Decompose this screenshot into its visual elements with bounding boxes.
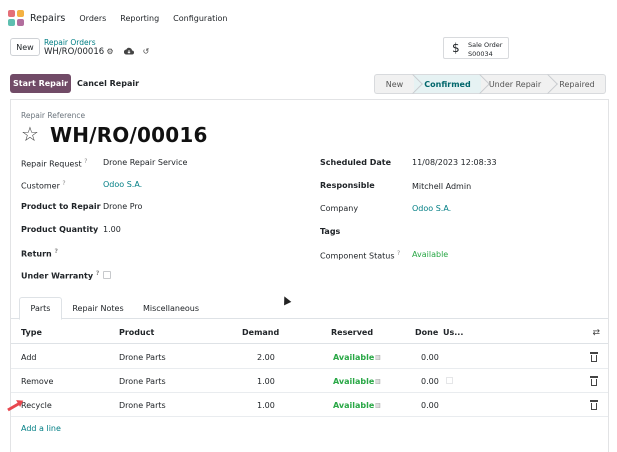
customer-field[interactable]: Odoo S.A. [103, 180, 142, 189]
menu-orders[interactable]: Orders [79, 14, 106, 23]
cell-demand: 2.00 [257, 353, 275, 362]
trash-icon[interactable] [590, 376, 598, 386]
used-checkbox[interactable] [446, 377, 453, 384]
app-name[interactable]: Repairs [30, 13, 65, 24]
table-row[interactable]: Add Drone Parts 2.00 Available ▥ 0.00 [11, 345, 608, 369]
col-product[interactable]: Product [119, 328, 154, 337]
start-repair-button[interactable]: Start Repair [10, 74, 71, 93]
tags-field[interactable] [412, 227, 592, 237]
component-status-label: Component Status ? [320, 250, 401, 261]
cell-product: Drone Parts [119, 401, 166, 410]
stage-under-repair[interactable]: Under Repair [481, 74, 558, 94]
customer-label: Customer ? [21, 180, 66, 191]
forecast-chart-icon[interactable]: ▥ [375, 354, 383, 361]
breadcrumb-repair-orders[interactable]: Repair Orders [44, 38, 96, 47]
cell-product: Drone Parts [119, 353, 166, 362]
cell-demand: 1.00 [257, 401, 275, 410]
trash-icon[interactable] [590, 400, 598, 410]
cell-done: 0.00 [421, 401, 439, 410]
cell-reserved: Available [333, 353, 375, 362]
menu-configuration[interactable]: Configuration [173, 14, 227, 23]
add-a-line-link[interactable]: Add a line [21, 424, 61, 433]
stage-new[interactable]: New [374, 74, 423, 94]
optional-columns-icon[interactable]: ⇄ [592, 328, 600, 338]
cell-type: Remove [21, 377, 54, 386]
menu-reporting[interactable]: Reporting [120, 14, 159, 23]
trash-icon[interactable] [590, 352, 598, 362]
tab-repair-notes[interactable]: Repair Notes [66, 297, 130, 319]
col-done[interactable]: Done [415, 328, 438, 337]
cell-product: Drone Parts [119, 377, 166, 386]
repair-request-label: Repair Request ? [21, 158, 88, 169]
table-row[interactable]: Remove Drone Parts 1.00 Available ▥ 0.00 [11, 369, 608, 393]
product-quantity-field[interactable]: 1.00 [103, 225, 121, 234]
form-sheet: Repair Reference ☆ WH/RO/00016 Repair Re… [10, 99, 609, 452]
col-used[interactable]: Us... [443, 328, 463, 337]
repair-request-field[interactable]: Drone Repair Service [103, 158, 187, 167]
product-to-repair-field[interactable]: Drone Pro [103, 202, 142, 211]
forecast-chart-icon[interactable]: ▥ [375, 378, 383, 385]
under-warranty-checkbox[interactable] [103, 271, 111, 279]
smart-button-value: S00034 [468, 50, 493, 58]
cell-done: 0.00 [421, 377, 439, 386]
product-to-repair-label: Product to Repair [21, 202, 101, 211]
table-row[interactable]: Recycle Drone Parts 1.00 Available ▥ 0.0… [11, 393, 608, 417]
forecast-chart-icon[interactable]: ▥ [375, 402, 383, 409]
cell-reserved: Available [333, 377, 375, 386]
tags-label: Tags [320, 227, 341, 236]
scheduled-date-field[interactable]: 11/08/2023 12:08:33 [412, 158, 497, 167]
new-button[interactable]: New [10, 38, 40, 56]
status-bar: New Confirmed Under Repair Repaired [374, 74, 606, 94]
company-label: Company [320, 204, 359, 213]
cancel-repair-button[interactable]: Cancel Repair [74, 74, 142, 93]
star-icon[interactable]: ☆ [21, 122, 39, 146]
top-navbar: Repairs Orders Reporting Configuration [0, 0, 617, 36]
cell-type: Add [21, 353, 37, 362]
smart-button-title: Sale Order [468, 41, 503, 49]
tab-parts[interactable]: Parts [19, 297, 62, 320]
gear-icon[interactable]: ⚙ [105, 46, 115, 56]
repair-reference-label: Repair Reference [21, 111, 86, 120]
cell-reserved: Available [333, 401, 375, 410]
cloud-save-icon[interactable] [124, 46, 134, 56]
col-reserved[interactable]: Reserved [331, 328, 373, 337]
record-title: WH/RO/00016 [50, 123, 208, 147]
tab-miscellaneous[interactable]: Miscellaneous [136, 297, 206, 319]
discard-undo-icon[interactable]: ↺ [141, 46, 151, 56]
responsible-label: Responsible [320, 181, 375, 190]
cell-demand: 1.00 [257, 377, 275, 386]
cell-type: Recycle [21, 401, 52, 410]
return-label: Return ? [21, 248, 59, 259]
under-warranty-label: Under Warranty ? [21, 270, 100, 281]
scheduled-date-label: Scheduled Date [320, 158, 392, 167]
sale-order-smart-button[interactable]: $ Sale Order S00034 [443, 37, 509, 59]
company-field[interactable]: Odoo S.A. [412, 204, 451, 213]
dollar-icon: $ [452, 41, 460, 55]
breadcrumb-current-record: WH/RO/00016 [44, 47, 105, 57]
col-demand[interactable]: Demand [242, 328, 279, 337]
parts-table-header: Type Product Demand Reserved Done Us... … [11, 322, 608, 344]
repairs-app-icon[interactable] [8, 10, 24, 26]
cell-done: 0.00 [421, 353, 439, 362]
col-type[interactable]: Type [21, 328, 42, 337]
component-status-field: Available [412, 250, 449, 259]
stage-confirmed[interactable]: Confirmed [414, 74, 490, 94]
product-quantity-label: Product Quantity [21, 225, 99, 234]
responsible-field[interactable]: Mitchell Admin [412, 182, 471, 191]
notebook-tabs: Parts Repair Notes Miscellaneous [11, 297, 608, 320]
